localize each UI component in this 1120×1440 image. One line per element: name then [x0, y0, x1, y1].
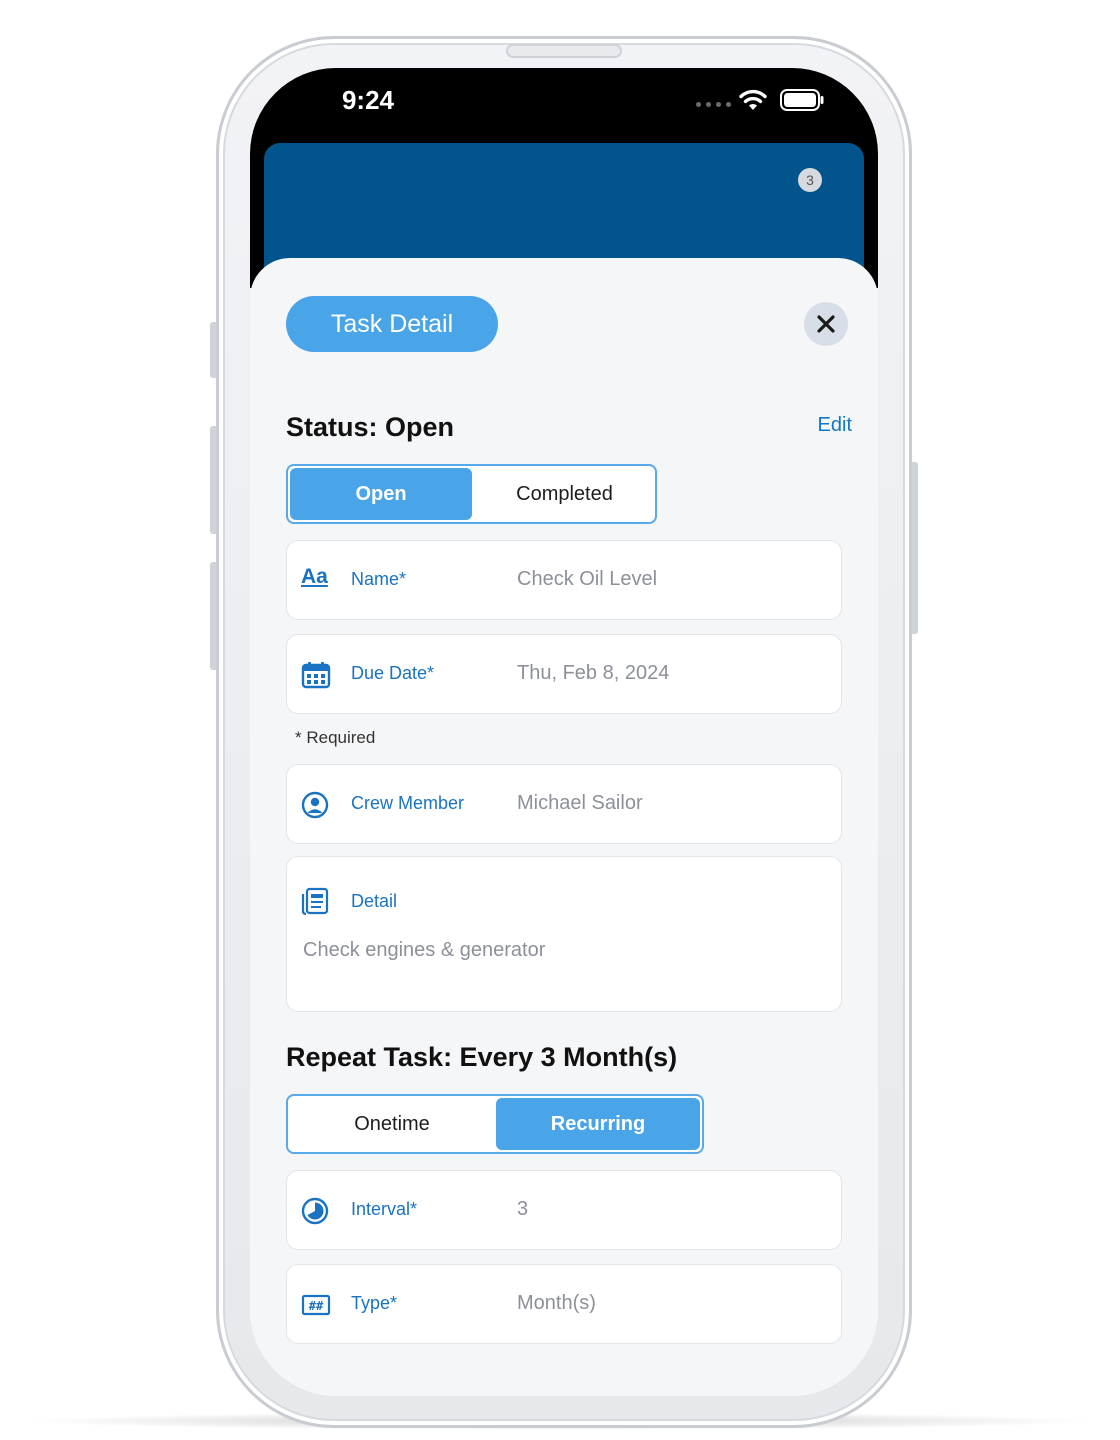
repeat-option-onetime[interactable]: Onetime — [290, 1098, 494, 1150]
crew-member-value: Michael Sailor — [517, 792, 643, 814]
document-icon — [301, 887, 329, 915]
due-date-label: Due Date* — [351, 663, 435, 683]
repeat-segmented-control: Onetime Recurring — [286, 1094, 704, 1154]
type-value: Month(s) — [517, 1292, 596, 1314]
svg-text:##: ## — [309, 1299, 324, 1313]
detail-value: Check engines & generator — [303, 939, 546, 961]
due-date-value: Thu, Feb 8, 2024 — [517, 662, 670, 684]
interval-value: 3 — [517, 1198, 529, 1220]
cellular-signal-icon — [696, 102, 731, 107]
close-icon — [817, 315, 835, 333]
wifi-icon — [739, 89, 767, 110]
type-field[interactable]: ## Type* Month(s) — [286, 1264, 842, 1344]
notch — [436, 68, 694, 122]
required-note: * Required — [295, 728, 376, 747]
type-label: Type* — [351, 1293, 398, 1313]
top-speaker — [506, 44, 622, 58]
calendar-icon — [301, 662, 331, 689]
sheet-title: Task Detail — [286, 296, 498, 352]
due-date-field[interactable]: Due Date* Thu, Feb 8, 2024 — [286, 634, 842, 714]
text-format-icon: Aa — [301, 565, 328, 588]
notification-badge: 3 — [798, 168, 822, 192]
hash-grid-icon: ## — [301, 1294, 331, 1316]
name-label: Name* — [351, 569, 407, 589]
crew-member-label: Crew Member — [351, 793, 465, 813]
repeat-option-recurring[interactable]: Recurring — [496, 1098, 700, 1150]
status-segmented-control: Open Completed — [286, 464, 657, 524]
status-option-open[interactable]: Open — [290, 468, 472, 520]
close-button[interactable] — [804, 302, 848, 346]
repeat-title: Repeat Task: Every 3 Month(s) — [286, 1042, 678, 1072]
name-field[interactable]: Aa Name* Check Oil Level — [286, 540, 842, 620]
person-circle-icon — [301, 791, 329, 819]
status-icons — [694, 86, 834, 114]
crew-member-field[interactable]: Crew Member Michael Sailor — [286, 764, 842, 844]
detail-label: Detail — [351, 891, 398, 911]
interval-field[interactable]: Interval* 3 — [286, 1170, 842, 1250]
name-value: Check Oil Level — [517, 568, 658, 590]
edit-button[interactable]: Edit — [792, 414, 852, 440]
task-detail-sheet: Task Detail Status: Open Edit Open Compl… — [250, 258, 878, 1396]
status-time: 9:24 — [341, 85, 395, 115]
interval-label: Interval* — [351, 1199, 418, 1219]
battery-icon — [780, 89, 824, 111]
status-option-completed[interactable]: Completed — [474, 468, 655, 520]
phone-screen: 9:24 3 Task Detail Status: Open Edit Ope… — [250, 68, 878, 1396]
clock-pie-icon — [301, 1197, 329, 1225]
status-title: Status: Open — [286, 412, 455, 442]
detail-field[interactable]: Detail Check engines & generator — [286, 856, 842, 1012]
